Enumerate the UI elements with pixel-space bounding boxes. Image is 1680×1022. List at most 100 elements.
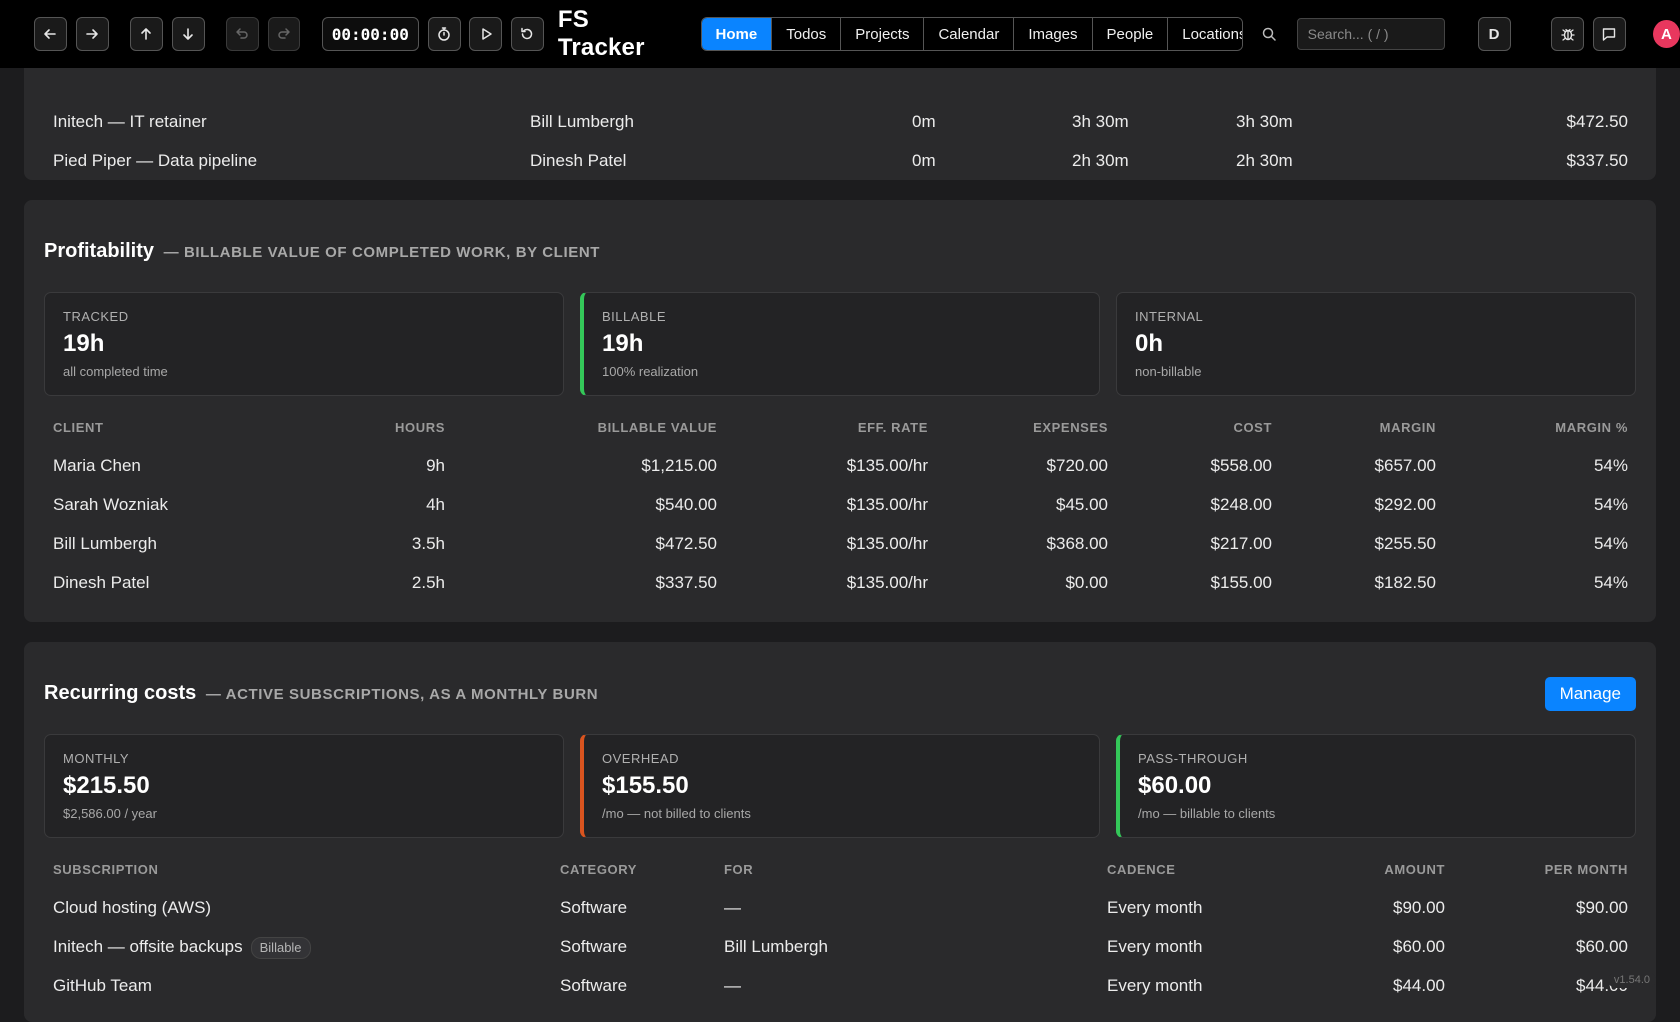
debug-button[interactable] xyxy=(1551,17,1585,51)
billable-value: $1,215.00 xyxy=(641,456,717,475)
redo-icon xyxy=(278,28,290,39)
stat-note: $2,586.00 / year xyxy=(63,806,157,821)
margin: $292.00 xyxy=(1374,495,1436,514)
for: Bill Lumbergh xyxy=(724,937,828,956)
header-cost: COST xyxy=(1233,420,1272,435)
billable-value: $540.00 xyxy=(655,495,717,514)
eff-rate: $135.00/hr xyxy=(846,456,928,475)
hours-col-4: 2h 30m xyxy=(1072,151,1129,170)
cadence: Every month xyxy=(1107,937,1203,956)
app-title: FS Tracker xyxy=(557,6,645,61)
section-title: Profitability — BILLABLE VALUE OF COMPLE… xyxy=(44,240,600,263)
play-button[interactable] xyxy=(469,17,503,51)
redo-button[interactable] xyxy=(267,17,301,51)
arrow-up-icon xyxy=(141,28,152,40)
table-header: CLIENT HOURS BILLABLE VALUE EFF. RATE EX… xyxy=(24,420,1656,440)
stat-monthly: MONTHLY $215.50 $2,586.00 / year xyxy=(44,734,564,838)
bug-icon xyxy=(1561,28,1575,41)
table-row: Bill Lumbergh 3.5h $472.50 $135.00/hr $3… xyxy=(24,525,1656,563)
feedback-button[interactable] xyxy=(1592,17,1626,51)
table-row[interactable]: Cloud hosting (AWS) Software — Every mon… xyxy=(24,889,1656,927)
tab-home[interactable]: Home xyxy=(701,18,773,50)
cost: $155.00 xyxy=(1210,573,1272,592)
top-toolbar: 00:00:00 FS Tracker Home Todos Projects … xyxy=(0,0,1680,68)
stat-note: non-billable xyxy=(1135,364,1202,379)
value: $337.50 xyxy=(1566,151,1628,170)
back-button[interactable] xyxy=(34,17,67,51)
forward-button[interactable] xyxy=(75,17,109,51)
play-icon xyxy=(481,28,492,40)
header-margin: MARGIN xyxy=(1379,420,1436,435)
chat-icon xyxy=(1603,28,1616,41)
stat-value: $155.50 xyxy=(602,772,689,799)
hours: 3.5h xyxy=(411,534,445,553)
tab-locations[interactable]: Locations xyxy=(1168,18,1243,50)
header-client: CLIENT xyxy=(53,420,104,435)
stat-label: TRACKED xyxy=(63,309,129,324)
stat-value: 19h xyxy=(63,330,105,357)
tab-images[interactable]: Images xyxy=(1014,18,1093,50)
reset-button[interactable] xyxy=(510,17,544,51)
margin-pct: 54% xyxy=(1593,534,1628,553)
cadence: Every month xyxy=(1107,898,1203,917)
move-up-button[interactable] xyxy=(129,17,163,51)
client-name: Dinesh Patel xyxy=(530,151,627,170)
project-name: Pied Piper — Data pipeline xyxy=(53,151,258,170)
hours-col-5: 2h 30m xyxy=(1236,151,1293,170)
for: — xyxy=(724,976,741,995)
category: Software xyxy=(560,976,628,995)
header-expenses: EXPENSES xyxy=(1033,420,1108,435)
undo-button[interactable] xyxy=(225,17,259,51)
undo-icon xyxy=(236,28,249,39)
hours-col-3: 0m xyxy=(912,112,936,131)
amount: $44.00 xyxy=(1393,976,1445,995)
table-row: Initech — IT retainer Bill Lumbergh 0m 3… xyxy=(24,103,1656,141)
table-row[interactable]: GitHub Team Software — Every month $44.0… xyxy=(24,967,1656,1005)
manage-button[interactable]: Manage xyxy=(1544,677,1636,711)
cost: $558.00 xyxy=(1210,456,1272,475)
table-row: Maria Chen 9h $1,215.00 $135.00/hr $720.… xyxy=(24,447,1656,485)
header-amount: AMOUNT xyxy=(1384,862,1445,877)
move-down-button[interactable] xyxy=(171,17,205,51)
stat-value: 19h xyxy=(602,330,644,357)
profitability-subtitle: — BILLABLE VALUE OF COMPLETED WORK, BY C… xyxy=(163,244,601,261)
hours-col-4: 3h 30m xyxy=(1072,112,1129,131)
hours: 2.5h xyxy=(411,573,445,592)
client-name: Bill Lumbergh xyxy=(53,534,157,553)
tab-todos[interactable]: Todos xyxy=(772,18,842,50)
stopwatch-button[interactable] xyxy=(427,17,461,51)
avatar[interactable]: A xyxy=(1652,20,1680,48)
margin: $182.50 xyxy=(1374,573,1436,592)
search-icon[interactable] xyxy=(1261,23,1282,45)
cost: $217.00 xyxy=(1210,534,1272,553)
billable-value: $472.50 xyxy=(655,534,717,553)
search-input[interactable] xyxy=(1296,18,1445,50)
category: Software xyxy=(560,937,628,956)
subscription-name-wrap: Initech — offsite backups Billable xyxy=(53,928,311,966)
recurring-title: Recurring costs xyxy=(44,682,197,704)
client-name: Maria Chen xyxy=(53,456,141,475)
client-name: Sarah Wozniak xyxy=(53,495,168,514)
stat-value: $215.50 xyxy=(63,772,150,799)
stat-label: PASS-THROUGH xyxy=(1138,751,1248,766)
cadence: Every month xyxy=(1107,976,1203,995)
section-title: Recurring costs — ACTIVE SUBSCRIPTIONS, … xyxy=(44,682,598,705)
tab-projects[interactable]: Projects xyxy=(841,18,925,50)
table-row: Dinesh Patel 2.5h $337.50 $135.00/hr $0.… xyxy=(24,564,1656,602)
header-eff-rate: EFF. RATE xyxy=(857,420,928,435)
tab-calendar[interactable]: Calendar xyxy=(924,18,1015,50)
table-row[interactable]: Initech — offsite backups Billable Softwa… xyxy=(24,928,1656,966)
eff-rate: $135.00/hr xyxy=(846,534,928,553)
header-subscription: SUBSCRIPTION xyxy=(53,862,159,877)
per-month: $60.00 xyxy=(1576,937,1628,956)
category: Software xyxy=(560,898,628,917)
subscription-name: GitHub Team xyxy=(53,976,152,995)
main-nav: Home Todos Projects Calendar Images Peop… xyxy=(700,17,1244,51)
subscription-name: Cloud hosting (AWS) xyxy=(53,898,212,917)
stat-note: /mo — billable to clients xyxy=(1138,806,1276,821)
for: — xyxy=(724,898,741,917)
tab-people[interactable]: People xyxy=(1092,18,1169,50)
version-badge: v1.54.0 xyxy=(1607,972,1656,988)
eff-rate: $135.00/hr xyxy=(846,495,928,514)
d-button[interactable]: D xyxy=(1477,17,1511,51)
